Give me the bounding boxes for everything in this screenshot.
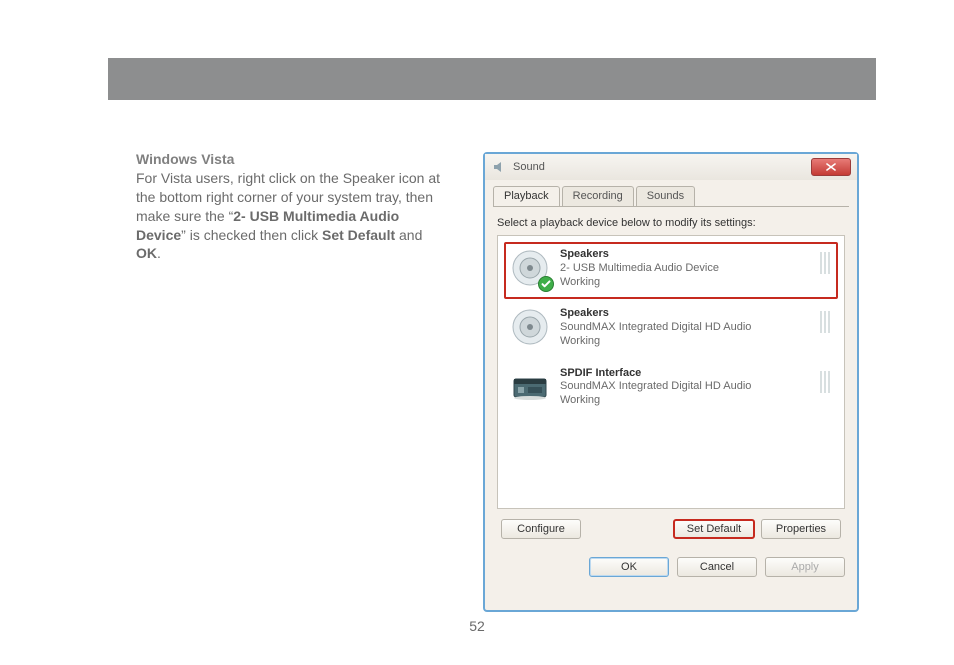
device-status: Working	[560, 394, 751, 408]
para-text: .	[157, 245, 161, 261]
device-item[interactable]: Speakers 2- USB Multimedia Audio Device …	[504, 242, 838, 299]
device-text: Speakers SoundMAX Integrated Digital HD …	[560, 307, 751, 348]
tab-recording[interactable]: Recording	[562, 186, 634, 206]
spdif-icon	[510, 367, 550, 407]
section-heading: Windows Vista	[136, 151, 234, 167]
tab-playback[interactable]: Playback	[493, 186, 560, 206]
speaker-icon	[510, 248, 550, 288]
sound-dialog: Sound Playback Recording Sounds Select a…	[483, 152, 859, 612]
bold-text: OK	[136, 245, 157, 261]
device-subtitle: SoundMAX Integrated Digital HD Audio	[560, 380, 751, 394]
device-status: Working	[560, 276, 719, 290]
dialog-footer: OK Cancel Apply	[485, 547, 857, 589]
dialog-titlebar[interactable]: Sound	[485, 154, 857, 180]
device-subtitle: SoundMAX Integrated Digital HD Audio	[560, 321, 751, 335]
page-number: 52	[0, 618, 954, 634]
tab-row: Playback Recording Sounds	[485, 180, 857, 206]
level-meter	[820, 252, 830, 274]
instruction-text: Windows Vista For Vista users, right cli…	[136, 150, 443, 263]
set-default-button[interactable]: Set Default	[673, 519, 755, 539]
bold-text: Set Default	[322, 227, 395, 243]
device-title: SPDIF Interface	[560, 367, 751, 381]
device-subtitle: 2- USB Multimedia Audio Device	[560, 262, 719, 276]
ok-button[interactable]: OK	[589, 557, 669, 577]
level-meter	[820, 371, 830, 393]
check-icon	[538, 276, 554, 292]
dialog-actions-row: Configure Set Default Properties	[497, 509, 845, 539]
properties-button[interactable]: Properties	[761, 519, 841, 539]
tab-sounds[interactable]: Sounds	[636, 186, 695, 206]
sound-icon	[491, 159, 507, 175]
device-text: SPDIF Interface SoundMAX Integrated Digi…	[560, 367, 751, 408]
device-item[interactable]: SPDIF Interface SoundMAX Integrated Digi…	[504, 361, 838, 418]
speaker-icon	[510, 307, 550, 347]
close-button[interactable]	[811, 158, 851, 176]
hint-text: Select a playback device below to modify…	[497, 217, 845, 229]
dialog-title: Sound	[513, 161, 545, 173]
device-list[interactable]: Speakers 2- USB Multimedia Audio Device …	[497, 235, 845, 509]
apply-button[interactable]: Apply	[765, 557, 845, 577]
device-status: Working	[560, 335, 751, 349]
document-page: Windows Vista For Vista users, right cli…	[0, 0, 954, 665]
device-item[interactable]: Speakers SoundMAX Integrated Digital HD …	[504, 301, 838, 358]
header-bar	[108, 58, 876, 100]
device-title: Speakers	[560, 248, 719, 262]
device-text: Speakers 2- USB Multimedia Audio Device …	[560, 248, 719, 289]
dialog-body: Select a playback device below to modify…	[485, 207, 857, 547]
device-title: Speakers	[560, 307, 751, 321]
cancel-button[interactable]: Cancel	[677, 557, 757, 577]
level-meter	[820, 311, 830, 333]
configure-button[interactable]: Configure	[501, 519, 581, 539]
para-text: and	[395, 227, 422, 243]
para-text: ” is checked then click	[181, 227, 322, 243]
